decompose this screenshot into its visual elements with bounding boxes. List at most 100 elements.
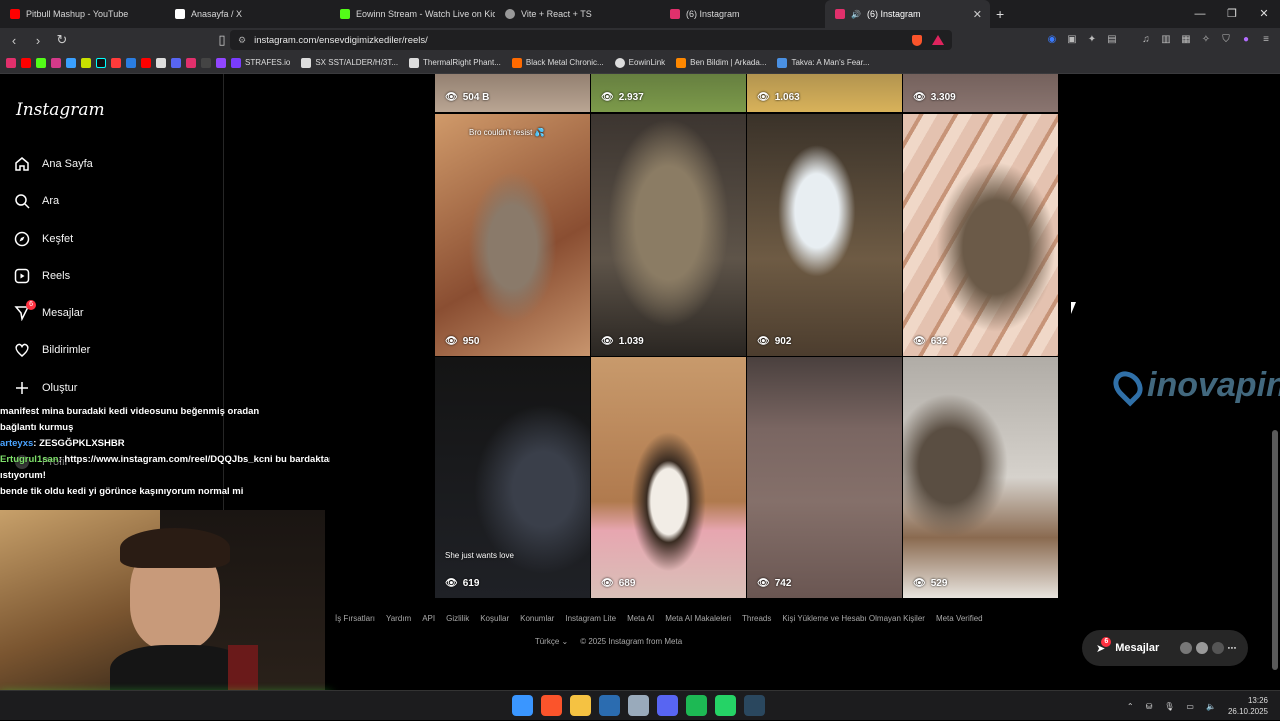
footer-link[interactable]: Koşullar <box>480 614 509 623</box>
bookmark-icon[interactable]: ▯ <box>212 32 232 48</box>
bookmark-item[interactable]: ThermalRight Phant... <box>409 57 501 68</box>
brave-shield-icon[interactable] <box>912 34 922 46</box>
microphone-icon[interactable]: 🎙 <box>1164 702 1174 711</box>
reel-tile[interactable]: 👁 504 B <box>435 74 590 112</box>
twitch-icon[interactable] <box>216 57 226 68</box>
footer-link[interactable]: Meta Verified <box>936 614 983 623</box>
reel-tile[interactable]: 👁 632 <box>903 114 1058 356</box>
footer-link[interactable]: Konumlar <box>520 614 554 623</box>
footer-link[interactable]: İş Fırsatları <box>335 614 375 623</box>
nav-explore[interactable]: Keşfet <box>14 231 73 247</box>
spotify-icon[interactable] <box>686 695 707 716</box>
steam-icon[interactable] <box>744 695 765 716</box>
instagram-logo[interactable]: Instagram <box>16 100 105 120</box>
x-icon[interactable] <box>156 57 166 68</box>
tab-x[interactable]: Anasayfa / X <box>165 0 330 28</box>
bookmark-favicon-icon[interactable] <box>6 57 16 68</box>
bookmark-item[interactable]: SX SST/ALDER/H/3T... <box>301 57 398 68</box>
display-icon[interactable]: ▭ <box>1186 702 1194 711</box>
tab-youtube[interactable]: Pitbull Mashup - YouTube <box>0 0 165 28</box>
sidebar-icon[interactable]: ▥ <box>1159 34 1173 46</box>
tab-instagram-active[interactable]: 🔊 (6) Instagram ✕ <box>825 0 990 28</box>
bookmark-item[interactable]: Takva: A Man's Fear... <box>777 57 870 68</box>
instagram-icon[interactable] <box>186 57 196 68</box>
reel-tile[interactable]: 👁 529 <box>903 357 1058 598</box>
page-scrollbar[interactable] <box>1272 430 1278 670</box>
speaker-icon[interactable]: 🔊 <box>851 10 861 19</box>
nav-create[interactable]: Oluştur <box>14 380 77 396</box>
minimize-button[interactable]: — <box>1184 0 1216 28</box>
extension-icon[interactable]: ◉ <box>1045 34 1059 46</box>
bookmark-item[interactable]: Black Metal Chronic... <box>511 57 604 68</box>
footer-link[interactable]: Meta AI Makaleleri <box>665 614 731 623</box>
windows-start-icon[interactable] <box>512 695 533 716</box>
language-selector[interactable]: Türkçe ⌄ <box>535 637 568 646</box>
nav-notifications[interactable]: Bildirimler <box>14 342 90 358</box>
nav-home[interactable]: Ana Sayfa <box>14 156 93 172</box>
footer-link[interactable]: Instagram Lite <box>565 614 616 623</box>
nav-messages[interactable]: 6 Mesajlar <box>14 300 84 321</box>
reel-tile[interactable]: 👁 742 <box>747 357 902 598</box>
site-info-icon[interactable]: ⚙ <box>238 35 246 46</box>
extension-icon[interactable]: ▣ <box>1065 34 1079 46</box>
reel-tile[interactable]: 👁 689 <box>591 357 746 598</box>
brave-icon[interactable] <box>541 695 562 716</box>
reel-tile[interactable]: 👁 2.937 <box>591 74 746 112</box>
puzzle-icon[interactable]: ✦ <box>1085 34 1099 46</box>
network-icon[interactable]: ⛁ <box>1146 702 1153 711</box>
close-window-button[interactable]: ✕ <box>1248 0 1280 28</box>
tab-instagram-1[interactable]: (6) Instagram <box>660 0 825 28</box>
discord-icon[interactable] <box>657 695 678 716</box>
chevron-up-icon[interactable]: ⌃ <box>1127 702 1134 711</box>
bookmark-item[interactable]: Ben Bildim | Arkada... <box>676 57 766 68</box>
maximize-button[interactable]: ❐ <box>1216 0 1248 28</box>
extension-icon[interactable]: ▤ <box>1105 34 1119 46</box>
footer-link[interactable]: Gizlilik <box>446 614 469 623</box>
nav-reels[interactable]: Reels <box>14 268 70 284</box>
footer-link[interactable]: API <box>422 614 435 623</box>
footer-link[interactable]: Yardım <box>386 614 411 623</box>
youtube-icon[interactable] <box>141 57 151 68</box>
tab-vite[interactable]: Vite + React + TS <box>495 0 660 28</box>
bookmark-favicon-icon[interactable] <box>111 57 121 68</box>
bookmark-favicon-icon[interactable] <box>81 57 91 68</box>
url-field[interactable]: ⚙ instagram.com/ensevdigimizkediler/reel… <box>230 30 952 50</box>
reel-tile[interactable]: Bro couldn't resist 💦 👁 950 <box>435 114 590 356</box>
bookmark-favicon-icon[interactable] <box>51 57 61 68</box>
bookmark-favicon-icon[interactable] <box>126 57 136 68</box>
new-tab-button[interactable]: + <box>996 6 1004 22</box>
vpn-icon[interactable]: ⛉ <box>1219 34 1233 46</box>
nav-search[interactable]: Ara <box>14 193 59 209</box>
bookmark-favicon-icon[interactable] <box>171 57 181 68</box>
reel-tile[interactable]: 👁 3.309 <box>903 74 1058 112</box>
bookmark-item[interactable]: EowinLink <box>614 57 665 68</box>
footer-link[interactable]: Kişi Yükleme ve Hesabı Olmayan Kişiler <box>782 614 925 623</box>
reel-tile[interactable]: 👁 902 <box>747 114 902 356</box>
settings-icon[interactable] <box>628 695 649 716</box>
bookmark-favicon-icon[interactable] <box>66 57 76 68</box>
reel-tile[interactable]: She just wants love 👁 619 <box>435 357 590 598</box>
back-button[interactable]: ‹ <box>4 33 24 48</box>
store-icon[interactable] <box>599 695 620 716</box>
tiktok-icon[interactable] <box>96 57 106 68</box>
menu-icon[interactable]: ≡ <box>1259 34 1273 46</box>
whatsapp-icon[interactable] <box>715 695 736 716</box>
footer-link[interactable]: Meta AI <box>627 614 654 623</box>
profile-icon[interactable]: ● <box>1239 34 1253 46</box>
close-tab-icon[interactable]: ✕ <box>973 8 982 21</box>
bookmark-item[interactable]: STRAFES.io <box>231 57 290 68</box>
youtube-icon[interactable] <box>21 57 31 68</box>
volume-icon[interactable]: 🔈 <box>1206 702 1216 711</box>
messages-button[interactable]: ➤ 6 Mesajlar ⋯ <box>1082 630 1248 666</box>
brave-rewards-icon[interactable] <box>932 35 944 45</box>
bookmark-favicon-icon[interactable] <box>201 57 211 68</box>
footer-link[interactable]: Threads <box>742 614 771 623</box>
clock[interactable]: 13:26 26.10.2025 <box>1228 695 1268 717</box>
reel-tile[interactable]: 👁 1.039 <box>591 114 746 356</box>
tab-kick[interactable]: Eowinn Stream - Watch Live on Kick <box>330 0 495 28</box>
music-icon[interactable]: ♫ <box>1139 34 1153 46</box>
wallet-icon[interactable]: ▦ <box>1179 34 1193 46</box>
leo-icon[interactable]: ✧ <box>1199 34 1213 46</box>
kick-icon[interactable] <box>36 57 46 68</box>
reel-tile[interactable]: 👁 1.063 <box>747 74 902 112</box>
